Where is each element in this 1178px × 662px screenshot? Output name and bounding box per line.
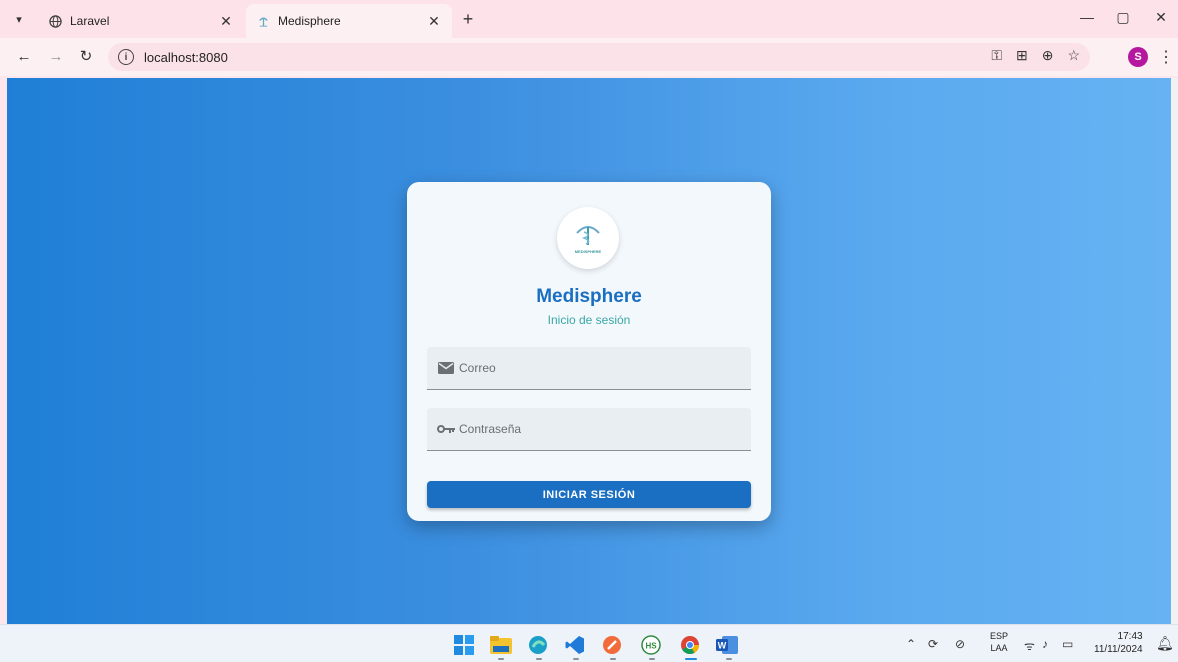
clock-date: 11/11/2024 bbox=[1094, 644, 1143, 655]
site-info-icon[interactable]: i bbox=[118, 49, 134, 65]
url-text: localhost:8080 bbox=[144, 49, 228, 65]
login-card: MEDISPHERE Medisphere Inicio de sesión I… bbox=[407, 182, 771, 521]
reload-icon[interactable]: ↻ bbox=[76, 47, 96, 67]
language-code: ESP bbox=[990, 631, 1009, 641]
zoom-icon[interactable]: ⊕ bbox=[1042, 47, 1054, 64]
profile-avatar[interactable]: S bbox=[1128, 47, 1148, 67]
tab-strip: ▾ Laravel ✕ Medisphere ✕ + — ▢ ✕ bbox=[0, 0, 1178, 38]
back-arrow-icon[interactable]: ← bbox=[14, 47, 34, 67]
tab-title: Laravel bbox=[70, 14, 110, 28]
key-icon bbox=[437, 422, 455, 436]
battery-icon[interactable]: ▭ bbox=[1062, 637, 1073, 651]
tray-app-icon[interactable]: ⟳ bbox=[928, 637, 938, 651]
globe-icon bbox=[48, 14, 62, 28]
tab-title: Medisphere bbox=[278, 14, 341, 28]
page-title: Medisphere bbox=[536, 286, 642, 307]
forward-arrow-icon[interactable]: → bbox=[46, 47, 66, 67]
file-explorer-icon[interactable] bbox=[490, 634, 512, 656]
page-background: MEDISPHERE Medisphere Inicio de sesión I… bbox=[7, 78, 1171, 624]
word-icon[interactable]: W bbox=[716, 634, 738, 656]
login-button[interactable]: INICIAR SESIÓN bbox=[427, 481, 751, 508]
page-scrollbar[interactable] bbox=[1171, 78, 1178, 624]
running-indicator bbox=[649, 658, 655, 660]
tray-muted-icon[interactable]: ⊘ bbox=[955, 637, 965, 651]
new-tab-plus-icon[interactable]: + bbox=[458, 9, 478, 29]
email-field[interactable] bbox=[427, 347, 751, 390]
logo-text: MEDISPHERE bbox=[574, 248, 602, 254]
menu-kebab-icon[interactable]: ⋮ bbox=[1158, 47, 1174, 67]
vscode-icon[interactable] bbox=[564, 634, 586, 656]
tray-chevron-up-icon[interactable]: ⌃ bbox=[906, 637, 916, 651]
running-indicator bbox=[573, 658, 579, 660]
password-field[interactable] bbox=[427, 408, 751, 451]
running-indicator bbox=[610, 658, 616, 660]
envelope-icon bbox=[437, 361, 455, 375]
keyboard-layout: LAA bbox=[990, 643, 1008, 653]
running-indicator bbox=[726, 658, 732, 660]
close-window-icon[interactable]: ✕ bbox=[1146, 9, 1176, 26]
svg-text:HS: HS bbox=[645, 642, 657, 651]
bookmark-star-icon[interactable]: ☆ bbox=[1067, 47, 1080, 64]
password-input[interactable] bbox=[459, 422, 739, 436]
medisphere-logo: MEDISPHERE bbox=[557, 207, 619, 269]
browser-toolbar: ← → ↻ i localhost:8080 ⚿ ⊞ ⊕ ☆ bbox=[0, 38, 1178, 76]
translate-icon[interactable]: ⊞ bbox=[1016, 47, 1028, 64]
tab-laravel[interactable]: Laravel ✕ bbox=[38, 4, 244, 38]
taskbar: HS W ⌃ ⟳ ⊘ ESP LAA ᯤ ♪ ▭ 17:43 11/11/202… bbox=[0, 624, 1178, 662]
close-icon[interactable]: ✕ bbox=[218, 13, 234, 30]
address-bar[interactable]: i localhost:8080 ⚿ ⊞ ⊕ ☆ bbox=[108, 43, 1090, 71]
active-indicator bbox=[685, 658, 697, 660]
clock[interactable]: 17:43 11/11/2024 bbox=[1094, 630, 1143, 656]
notification-bell-icon[interactable]: 🔔︎ bbox=[1156, 635, 1174, 652]
heidisql-icon[interactable]: HS bbox=[640, 634, 662, 656]
email-input[interactable] bbox=[459, 361, 739, 375]
chrome-icon[interactable] bbox=[679, 634, 701, 656]
close-icon[interactable]: ✕ bbox=[426, 13, 442, 30]
password-key-icon[interactable]: ⚿ bbox=[991, 47, 1002, 64]
caduceus-icon bbox=[576, 225, 600, 245]
windows-start-icon[interactable] bbox=[453, 634, 475, 656]
wifi-icon[interactable]: ᯤ bbox=[1024, 637, 1035, 654]
tab-medisphere[interactable]: Medisphere ✕ bbox=[246, 4, 452, 38]
volume-icon[interactable]: ♪ bbox=[1042, 637, 1048, 651]
svg-text:W: W bbox=[718, 641, 727, 651]
medisphere-favicon-icon bbox=[256, 14, 270, 28]
running-indicator bbox=[498, 658, 504, 660]
restore-icon[interactable]: ▢ bbox=[1108, 9, 1138, 26]
edge-browser-icon[interactable] bbox=[527, 634, 549, 656]
minimize-icon[interactable]: — bbox=[1072, 9, 1102, 25]
running-indicator bbox=[536, 658, 542, 660]
tab-search-chevron-icon[interactable]: ▾ bbox=[8, 8, 30, 30]
postman-icon[interactable] bbox=[601, 634, 623, 656]
page-subtitle: Inicio de sesión bbox=[547, 313, 631, 327]
clock-time: 17:43 bbox=[1117, 631, 1143, 642]
input-language[interactable]: ESP LAA bbox=[990, 630, 1008, 654]
